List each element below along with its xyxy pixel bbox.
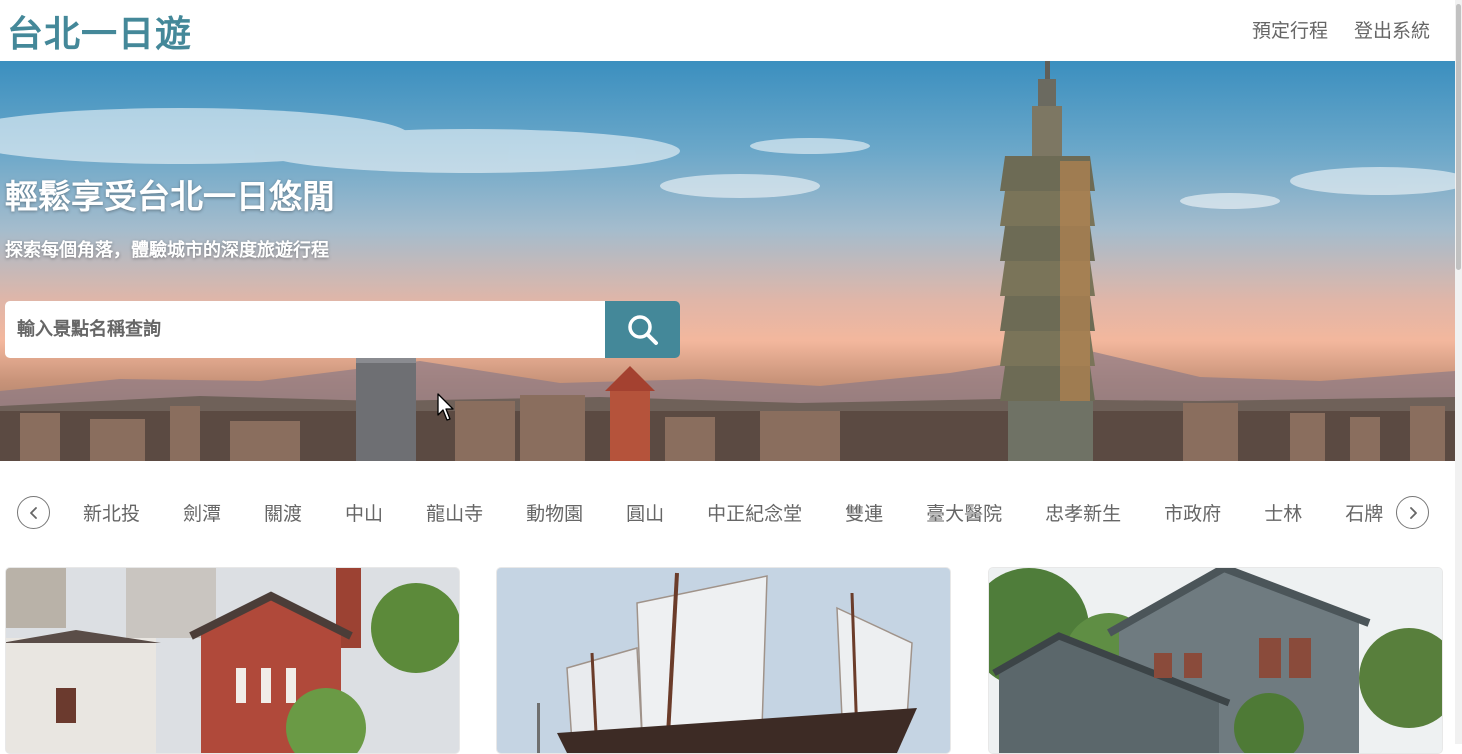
mrt-station-item[interactable]: 臺大醫院 (926, 491, 1002, 537)
scrollbar-thumb[interactable] (1456, 4, 1461, 270)
mrt-station-item[interactable]: 龍山寺 (426, 491, 483, 537)
mrt-station-item[interactable]: 石牌 (1345, 491, 1383, 537)
attraction-card[interactable] (496, 567, 951, 754)
chevron-right-icon (1409, 506, 1417, 519)
mrt-station-item[interactable]: 劍潭 (183, 491, 221, 537)
nav-logout-link[interactable]: 登出系統 (1354, 16, 1430, 43)
mrt-station-list[interactable]: 新北投 劍潭 關渡 中山 龍山寺 動物園 圓山 中正紀念堂 雙連 臺大醫院 忠孝新生 市政府 士林 石牌 (60, 491, 1396, 539)
mrt-station-item[interactable]: 中山 (345, 491, 383, 537)
search-input[interactable] (5, 301, 605, 358)
mrt-station-item[interactable]: 關渡 (264, 491, 302, 537)
hero-banner: 輕鬆享受台北一日悠閒 探索每個角落，體驗城市的深度旅遊行程 (0, 61, 1455, 461)
site-title[interactable]: 台北一日遊 (7, 5, 192, 57)
attraction-image (497, 568, 950, 753)
mrt-station-item[interactable]: 忠孝新生 (1045, 491, 1121, 537)
attraction-card[interactable] (988, 567, 1443, 754)
mrt-station-item[interactable]: 雙連 (845, 491, 883, 537)
attraction-card[interactable] (5, 567, 460, 754)
mrt-station-item[interactable]: 士林 (1264, 491, 1302, 537)
nav-links: 預定行程 登出系統 (1252, 16, 1430, 43)
hero-title: 輕鬆享受台北一日悠閒 (5, 177, 335, 216)
search-button[interactable] (605, 301, 680, 358)
attraction-image (6, 568, 459, 753)
search-icon (627, 314, 658, 345)
mrt-station-item[interactable]: 市政府 (1164, 491, 1221, 537)
mrt-station-item[interactable]: 動物園 (526, 491, 583, 537)
mrt-station-bar: 新北投 劍潭 關渡 中山 龍山寺 動物園 圓山 中正紀念堂 雙連 臺大醫院 忠孝新生 市政府 士林 石牌 (0, 491, 1455, 539)
scroll-right-button[interactable] (1396, 496, 1429, 529)
scroll-left-button[interactable] (17, 496, 50, 529)
hero-subtitle: 探索每個角落，體驗城市的深度旅遊行程 (5, 240, 329, 261)
mrt-station-item[interactable]: 圓山 (626, 491, 664, 537)
mrt-station-item[interactable]: 中正紀念堂 (707, 491, 802, 537)
attraction-image (989, 568, 1442, 753)
mrt-station-item[interactable]: 新北投 (83, 491, 140, 537)
mouse-cursor-icon (437, 393, 454, 421)
nav-booking-link[interactable]: 預定行程 (1252, 16, 1328, 43)
navbar: 台北一日遊 預定行程 登出系統 (0, 0, 1455, 61)
taipei-101-tower (1000, 61, 1095, 461)
chevron-left-icon (29, 506, 37, 519)
page-scrollbar[interactable] (1455, 0, 1462, 744)
